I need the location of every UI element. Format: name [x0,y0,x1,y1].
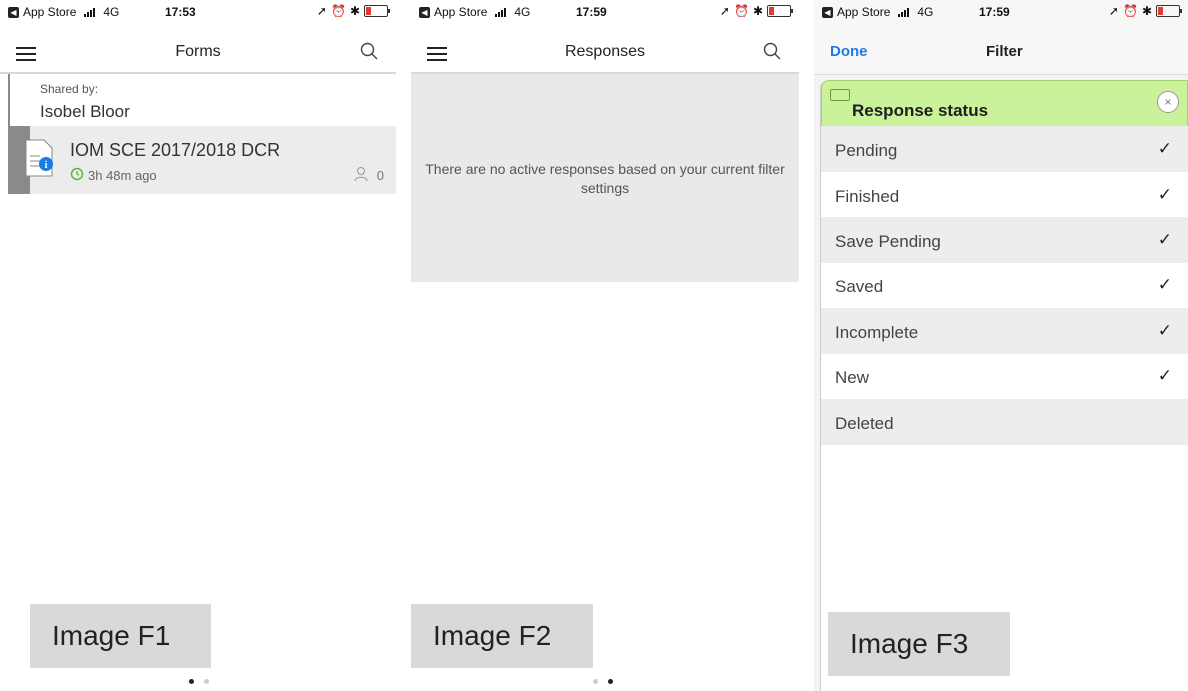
page-dot [608,678,613,684]
status-option-saved[interactable]: Saved ✓ [821,262,1188,308]
image-caption-text: Image F1 [52,620,171,651]
image-caption: Image F2 [411,604,593,668]
shared-by-name: Isobel Bloor [40,102,130,121]
response-status-title: Response status [852,101,989,120]
status-icons: ➚ ⏰ ✱ [719,4,793,18]
shared-by-header: Shared by: Isobel Bloor [10,74,396,126]
status-option-pending[interactable]: Pending ✓ [821,126,1188,172]
nav-bar: Forms [0,24,396,74]
close-icon[interactable]: × [1157,91,1179,113]
check-icon: ✓ [1157,139,1172,158]
option-label: Finished [835,187,900,206]
back-to-app-icon[interactable]: ◀ [419,6,430,18]
responses-screen: ◀ App Store 4G 17:59 ➚ ⏰ ✱ Responses The… [411,0,799,691]
back-to-app-icon[interactable]: ◀ [8,6,19,18]
page-dot [204,678,209,684]
document-info-icon: i [25,139,53,177]
alarm-icon: ⏰ [330,4,346,18]
form-list-item[interactable]: i IOM SCE 2017/2018 DCR 3h 48m ago 0 [25,126,396,194]
search-icon[interactable] [763,42,781,60]
check-icon: ✓ [1157,230,1172,249]
status-option-new[interactable]: New ✓ [821,353,1188,399]
response-status-header: Response status × [821,80,1188,128]
signal-icon [495,7,507,17]
check-icon: ✓ [1157,366,1172,385]
carrier-label: App Store [23,5,77,19]
image-caption-text: Image F3 [850,628,969,659]
bluetooth-icon: ✱ [752,4,763,18]
page-indicator[interactable] [189,671,209,691]
battery-icon [767,5,793,17]
clock-icon [70,167,84,181]
back-to-app-icon[interactable]: ◀ [822,6,833,18]
image-caption: Image F1 [30,604,211,668]
check-icon: ✓ [1157,321,1172,340]
alarm-icon: ⏰ [1122,4,1138,18]
battery-icon [1156,5,1182,17]
status-option-save-pending[interactable]: Save Pending ✓ [821,217,1188,263]
location-icon: ➚ [719,4,730,18]
signal-icon [898,7,910,17]
svg-text:i: i [45,160,48,171]
form-title: IOM SCE 2017/2018 DCR [70,140,281,160]
option-label: Saved [835,277,884,296]
search-icon[interactable] [360,42,378,60]
check-icon: ✓ [1157,275,1172,294]
page-dot [593,678,598,684]
option-label: Deleted [835,414,894,433]
tag-icon [830,89,850,101]
status-time: 17:59 [979,5,1010,19]
bluetooth-icon: ✱ [349,4,360,18]
shared-by-label: Shared by: [40,82,99,96]
status-option-finished[interactable]: Finished ✓ [821,172,1188,218]
empty-state: There are no active responses based on y… [411,74,799,282]
network-label: 4G [514,5,531,19]
nav-bar: Responses [411,24,799,74]
filter-screen: ◀ App Store 4G 17:59 ➚ ⏰ ✱ Done Filter R… [814,0,1188,691]
filter-sheet: Response status × Pending ✓ Finished ✓ S… [820,80,1188,691]
network-label: 4G [917,5,934,19]
forms-screen: ◀ App Store 4G 17:53 ➚ ⏰ ✱ Forms Shared … [0,0,396,691]
bluetooth-icon: ✱ [1141,4,1152,18]
network-label: 4G [103,5,120,19]
page-indicator[interactable] [593,671,613,691]
status-icons: ➚ ⏰ ✱ [1108,4,1182,18]
battery-icon [364,5,390,17]
done-button[interactable]: Done [830,43,868,60]
option-label: Incomplete [835,323,919,342]
location-icon: ➚ [1108,4,1119,18]
status-time: 17:59 [576,5,607,19]
check-icon: ✓ [1157,185,1172,204]
image-caption-text: Image F2 [433,620,552,651]
image-caption: Image F3 [828,612,1010,676]
status-icons: ➚ ⏰ ✱ [316,4,390,18]
carrier-label: App Store [434,5,488,19]
page-title: Forms [175,43,221,60]
option-label: New [835,368,870,387]
option-label: Save Pending [835,232,941,251]
status-time: 17:53 [165,5,196,19]
response-count: 0 [376,168,384,183]
signal-icon [84,7,96,17]
form-age: 3h 48m ago [88,168,157,183]
option-label: Pending [835,141,898,160]
empty-message: There are no active responses based on y… [425,161,785,196]
person-icon [354,167,368,182]
status-bar: ◀ App Store 4G 17:53 ➚ ⏰ ✱ [0,0,396,24]
location-icon: ➚ [316,4,327,18]
alarm-icon: ⏰ [733,4,749,18]
page-title: Filter [986,43,1023,60]
status-bar: ◀ App Store 4G 17:59 ➚ ⏰ ✱ [411,0,799,24]
page-title: Responses [564,43,646,60]
filter-nav-bar: Done Filter [814,24,1188,75]
status-option-incomplete[interactable]: Incomplete ✓ [821,308,1188,354]
page-dot [189,678,194,684]
carrier-label: App Store [837,5,891,19]
status-bar: ◀ App Store 4G 17:59 ➚ ⏰ ✱ [814,0,1188,24]
status-option-deleted[interactable]: Deleted [821,399,1188,445]
